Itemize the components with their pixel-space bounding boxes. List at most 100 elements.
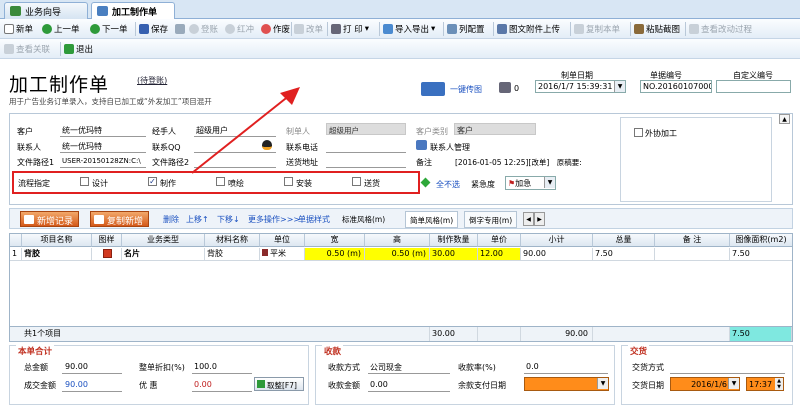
upload-image-icon xyxy=(421,82,445,96)
col-header[interactable]: 材料名称 xyxy=(205,234,260,247)
new-doc-icon xyxy=(4,24,14,34)
paste-icon xyxy=(634,24,644,34)
cell-material[interactable]: 背胶 xyxy=(205,248,260,260)
col-header[interactable]: 宽 xyxy=(305,234,365,247)
move-up-link[interactable]: 上移↑ xyxy=(186,214,209,225)
delivery-time-field[interactable]: 17:37 ▲ ▼ xyxy=(746,377,784,391)
outsource-checkbox[interactable] xyxy=(634,128,643,137)
payment-rate-field[interactable]: 0.0 xyxy=(526,362,539,371)
contact-field[interactable]: 统一优玛特 xyxy=(62,141,142,152)
total-value: 90.00 xyxy=(65,362,88,371)
attach-upload-button[interactable]: 图文附件上传 xyxy=(497,22,560,36)
col-header[interactable]: 高 xyxy=(365,234,430,247)
cell-price[interactable]: 12.00 xyxy=(478,248,521,260)
round-button[interactable]: 取整[F7] xyxy=(254,377,304,391)
spinner-icon[interactable]: ▲ ▼ xyxy=(775,378,783,390)
cell-unit[interactable]: 平米 xyxy=(260,248,305,260)
cell-width[interactable]: 0.50 (m) xyxy=(305,248,365,260)
cell-total[interactable]: 7.50 xyxy=(593,248,655,260)
chevron-down-icon[interactable]: ▼ xyxy=(614,81,625,92)
path1-field[interactable]: USER-20150128ZN:C:\ xyxy=(62,157,148,165)
log-icon xyxy=(689,24,699,34)
cell-subtotal[interactable]: 90.00 xyxy=(521,248,593,260)
cell-qty[interactable]: 30.00 xyxy=(430,248,478,260)
more-actions-link[interactable]: 更多操作>>> xyxy=(248,214,300,225)
copy-button[interactable]: 复制本单 xyxy=(574,22,620,36)
col-header[interactable]: 图样 xyxy=(92,234,122,247)
custom-no-field[interactable] xyxy=(716,80,791,93)
collapse-icon[interactable]: ▲ xyxy=(779,114,790,124)
tab-processing-order[interactable]: 加工制作单 xyxy=(91,2,175,20)
chevron-down-icon[interactable]: ▼ xyxy=(597,378,608,389)
delete-link[interactable]: 删除 xyxy=(163,214,179,225)
void-button[interactable]: 作废 xyxy=(261,22,290,36)
col-header[interactable]: 小计 xyxy=(521,234,593,247)
paste-screenshot-button[interactable]: 粘贴截图 xyxy=(634,22,680,36)
exit-button[interactable]: 退出 xyxy=(64,42,93,56)
col-header[interactable]: 总量 xyxy=(593,234,655,247)
move-down-link[interactable]: 下移↓ xyxy=(217,214,240,225)
tab-business-guide[interactable]: 业务向导 xyxy=(4,2,88,19)
revise-icon xyxy=(294,24,304,34)
note-field[interactable]: [2016-01-05 12:25][改单] 原稿要: xyxy=(455,157,605,168)
import-export-button[interactable]: 导入导出 ▾ xyxy=(383,22,435,36)
col-header[interactable]: 图像面积(m2) xyxy=(730,234,792,247)
save-button[interactable]: 保存 xyxy=(139,22,168,36)
select-none-link[interactable]: 全不选 xyxy=(436,179,460,190)
table-footer: 共1个项目 30.00 90.00 7.50 xyxy=(10,326,792,341)
date-field[interactable]: 2016/1/7 15:39:31 ▼ xyxy=(535,80,626,93)
post-button[interactable]: 登账 xyxy=(189,22,218,36)
add-record-button[interactable]: 新增记录 xyxy=(20,211,80,227)
prev-button[interactable]: 上一单 xyxy=(42,22,80,36)
scroll-right-icon[interactable]: ▶ xyxy=(534,212,545,226)
footer-count: 共1个项目 xyxy=(22,327,430,341)
col-header[interactable]: 项目名称 xyxy=(22,234,92,247)
revise-button[interactable]: 改单 xyxy=(294,22,323,36)
table-row[interactable]: 1 背胶 名片 背胶 平米 0.50 (m) 0.50 (m) 30.00 12… xyxy=(10,248,792,261)
print-button[interactable]: 打 印 ▾ xyxy=(331,22,369,36)
col-header[interactable]: 制作数量 xyxy=(430,234,478,247)
doc-no-field[interactable]: NO.201601070001 xyxy=(640,80,712,93)
col-header[interactable]: 业务类型 xyxy=(122,234,205,247)
urgency-select[interactable]: ⚑加急 ▼ xyxy=(505,176,556,190)
tab-standard-style[interactable]: 标准风格(m) xyxy=(338,211,389,228)
row-number-header xyxy=(10,234,22,247)
scroll-left-icon[interactable]: ◀ xyxy=(523,212,534,226)
payment-amount-field[interactable]: 0.00 xyxy=(370,380,388,389)
copy-doc-button[interactable]: 复制本单 xyxy=(175,22,185,36)
print-count: 0 xyxy=(514,84,520,93)
col-header[interactable]: 备 注 xyxy=(655,234,730,247)
cell-note[interactable] xyxy=(655,248,730,260)
cell-image[interactable] xyxy=(92,248,122,260)
discount-field[interactable]: 100.0 xyxy=(194,362,217,371)
cell-name[interactable]: 背胶 xyxy=(22,248,92,260)
delivery-date-field[interactable]: 2016/1/6 ▼ xyxy=(670,377,740,391)
col-header[interactable]: 单位 xyxy=(260,234,305,247)
cell-area[interactable]: 7.50 xyxy=(730,248,792,260)
chevron-down-icon[interactable]: ▼ xyxy=(544,177,555,188)
doc-style-link[interactable]: 单据样式 xyxy=(298,214,330,225)
flow-icon xyxy=(4,44,14,54)
add-icon xyxy=(24,215,34,224)
benefit-field[interactable]: 0.00 xyxy=(194,380,212,389)
cell-type[interactable]: 名片 xyxy=(122,248,205,260)
columns-button[interactable]: 列配置 xyxy=(447,22,485,36)
due-date-field[interactable]: ▼ xyxy=(524,377,609,391)
delivery-date-label: 交货日期 xyxy=(632,381,664,390)
chevron-down-icon[interactable]: ▼ xyxy=(728,378,739,389)
payment-method-field[interactable]: 公司现金 xyxy=(370,362,402,373)
tab-simple-style[interactable]: 简单风格(m) xyxy=(405,211,459,228)
view-flow-button[interactable]: 查看关联 xyxy=(4,42,50,56)
cell-height[interactable]: 0.50 (m) xyxy=(365,248,430,260)
view-log-button[interactable]: 查看改动过程 xyxy=(689,22,752,36)
contact-manager-link[interactable]: 联系人管理 xyxy=(430,142,470,153)
customer-field[interactable]: 统一优玛特 xyxy=(62,125,142,136)
col-header[interactable]: 单价 xyxy=(478,234,521,247)
next-button[interactable]: 下一单 xyxy=(90,22,128,36)
separator xyxy=(630,22,631,36)
new-button[interactable]: 新单 xyxy=(4,22,33,36)
copy-add-button[interactable]: 复制新增 xyxy=(90,211,150,227)
tab-inverted-text[interactable]: 倒字专用(m) xyxy=(464,211,518,228)
one-click-upload-link[interactable]: 一键传图 xyxy=(450,84,482,95)
red-flush-button[interactable]: 红冲 xyxy=(225,22,254,36)
